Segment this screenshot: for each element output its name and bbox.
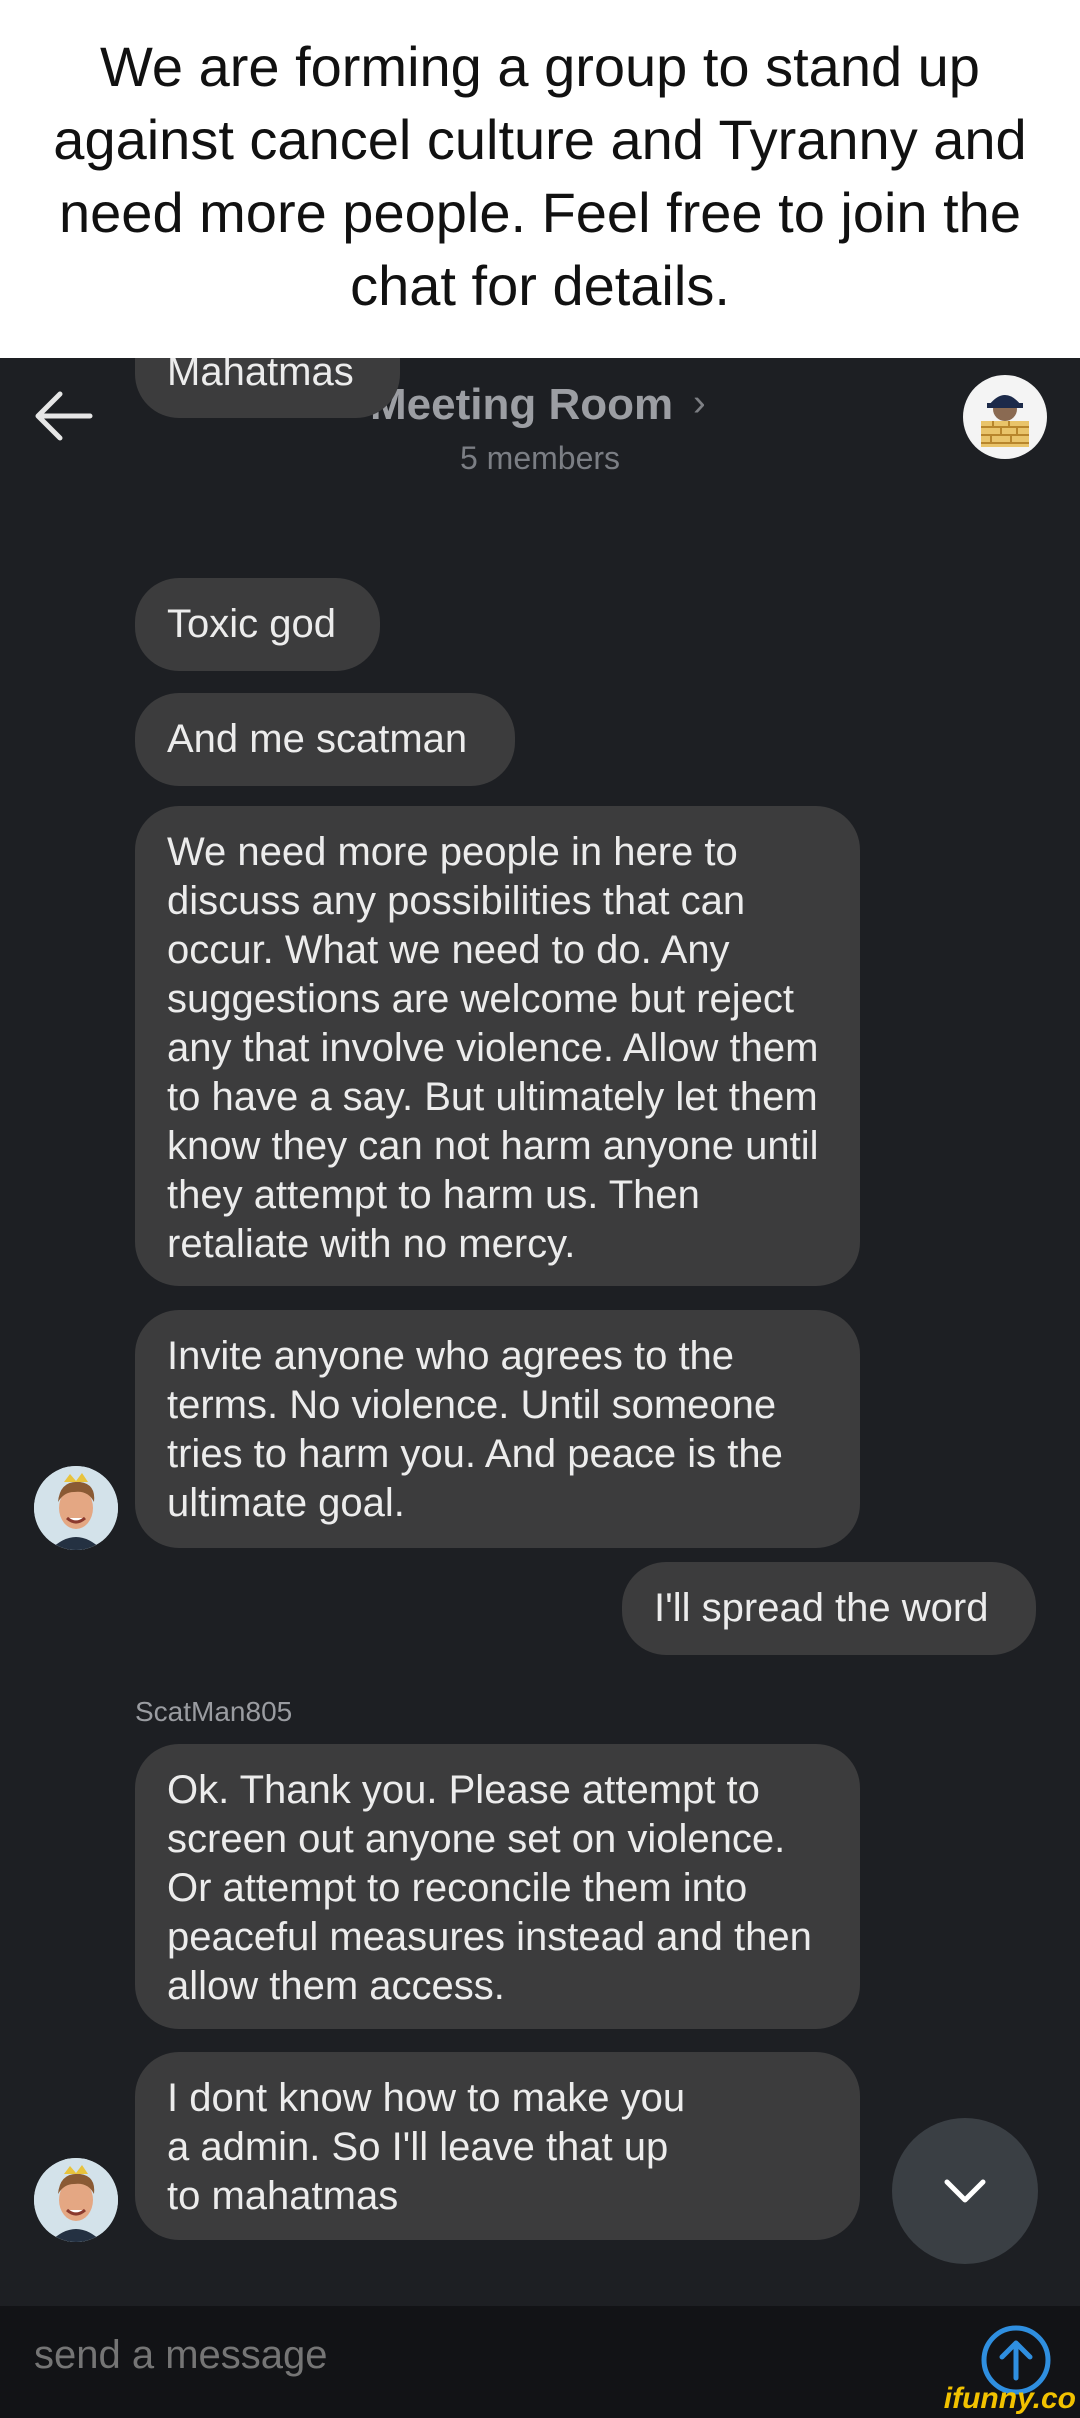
meme-caption: We are forming a group to stand up again… [0,0,1080,358]
message-text: I'll spread the word [654,1586,989,1630]
room-avatar-image [965,377,1045,457]
user-avatar-image [34,2158,118,2242]
message-text: We need more people in here to discuss a… [167,830,819,1266]
title-chevron-icon: › [693,382,706,424]
chat-screen: Meeting Room › 5 members Mahatmas Toxic … [0,358,1080,2418]
message-text: And me scatman [167,717,468,761]
scroll-to-bottom-button[interactable] [892,2118,1038,2264]
message-text: Toxic god [167,602,336,646]
back-arrow-icon [35,391,93,441]
user-avatar[interactable] [34,1466,118,1550]
message-text: Ok. Thank you. Please attempt to screen … [167,1768,812,2008]
message-bubble: We need more people in here to discuss a… [135,806,860,1286]
user-avatar[interactable] [34,2158,118,2242]
message-text: I dont know how to make you a admin. So … [167,2076,686,2218]
member-count: 5 members [459,440,621,476]
ifunny-watermark: ifunny.co [943,2382,1076,2415]
message-bubble: And me scatman [135,693,515,786]
message-bubble: Mahatmas [135,358,400,418]
caption-text: We are forming a group to stand up again… [53,35,1027,317]
message-composer [0,2306,1080,2418]
message-bubble: I dont know how to make you a admin. So … [135,2052,860,2240]
back-button[interactable] [30,388,96,444]
room-avatar[interactable] [963,375,1047,459]
message-text: Invite anyone who agrees to the terms. N… [167,1334,783,1525]
message-input[interactable] [32,2332,886,2379]
user-avatar-image [34,1466,118,1550]
sender-name: ScatMan805 [135,1696,293,1727]
message-bubble: Ok. Thank you. Please attempt to screen … [135,1744,860,2029]
chevron-down-icon [944,2179,986,2203]
message-bubble: Toxic god [135,578,380,671]
message-text: Mahatmas [167,358,354,394]
my-message-bubble: I'll spread the word [622,1562,1036,1655]
room-title[interactable]: Meeting Room [370,380,673,430]
message-bubble: Invite anyone who agrees to the terms. N… [135,1310,860,1548]
